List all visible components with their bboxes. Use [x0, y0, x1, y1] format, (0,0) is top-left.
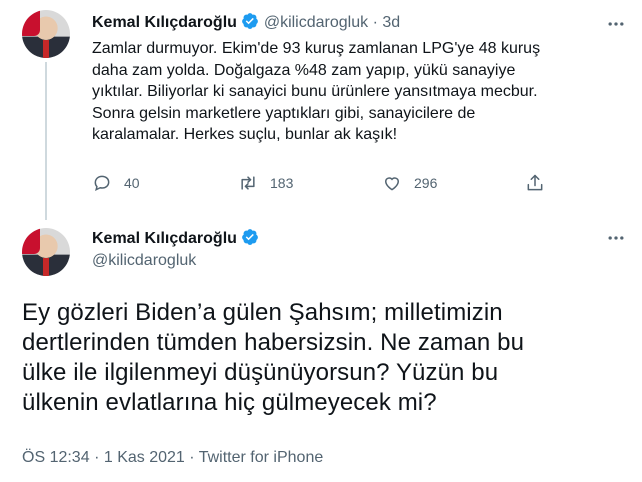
- text-line: dertlerinden tümden habersizsin. Ne zama…: [22, 329, 525, 356]
- tweet1-header: Kemal Kılıçdaroğlu @kilicdarogluk · 3d: [92, 12, 400, 32]
- tweet1-text: Zamlar durmuyor. Ekim'de 93 kuruş zamlan…: [92, 38, 632, 146]
- separator-dot: ·: [94, 449, 100, 466]
- author-name[interactable]: Kemal Kılıçdaroğlu: [92, 14, 237, 31]
- flag-decoration: [22, 228, 40, 254]
- text-line: ülke ile ilgilenmeyi düşünüyorsun? Yüzün…: [22, 359, 499, 386]
- verified-badge-icon: [242, 229, 259, 245]
- retweet-count: 183: [270, 175, 294, 191]
- text-line: ülkenin evlatlarına hiç gülmeyecek mi?: [22, 389, 437, 416]
- share-button[interactable]: [525, 173, 545, 193]
- verified-badge-icon: [242, 13, 259, 29]
- reply-count: 40: [124, 175, 140, 191]
- heart-icon: [384, 177, 400, 191]
- avatar[interactable]: [22, 10, 70, 58]
- avatar[interactable]: [22, 228, 70, 276]
- separator-dot: ·: [372, 14, 378, 31]
- reply-button[interactable]: 40: [92, 173, 140, 193]
- text-line: Zamlar durmuyor. Ekim'de 93 kuruş zamlan…: [92, 40, 541, 57]
- text-line: daha zam yolda. Doğalgaza %48 zam yapıp,…: [92, 61, 516, 79]
- tweet-date[interactable]: 1 Kas 2021: [104, 449, 185, 466]
- share-icon: [527, 174, 543, 191]
- like-button[interactable]: 296: [382, 173, 437, 193]
- tweet-time[interactable]: 3d: [382, 14, 400, 31]
- author-name[interactable]: Kemal Kılıçdaroğlu: [92, 230, 237, 247]
- tie-decoration: [43, 40, 49, 58]
- text-line: karalamalar. Herkes suçlu, bunlar ak kaş…: [92, 126, 398, 143]
- more-options-icon[interactable]: [606, 228, 626, 248]
- separator-dot: ·: [189, 449, 195, 466]
- thread-line: [45, 62, 47, 220]
- tie-decoration: [43, 258, 49, 276]
- text-line: Sonra gelsin marketlere yaptıkları gibi,…: [92, 104, 476, 122]
- tweet2-header: Kemal Kılıçdaroğlu: [92, 228, 259, 248]
- tweet-source[interactable]: Twitter for iPhone: [199, 449, 324, 466]
- retweet-button[interactable]: 183: [238, 173, 293, 193]
- text-line: Ey gözleri Biden’a gülen Şahsım; milleti…: [22, 299, 503, 326]
- text-line: yıktılar. Biliyorlar ki sanayici bunu ür…: [92, 83, 538, 100]
- reply-icon: [94, 175, 110, 192]
- more-options-icon[interactable]: [606, 14, 626, 34]
- retweet-icon: [241, 176, 255, 190]
- author-handle[interactable]: @kilicdarogluk: [92, 252, 196, 270]
- tweet2-text: Ey gözleri Biden’a gülen Şahsım; milleti…: [22, 298, 632, 418]
- author-handle[interactable]: @kilicdarogluk: [264, 14, 368, 31]
- tweet-time[interactable]: ÖS 12:34: [22, 449, 90, 466]
- flag-decoration: [22, 10, 40, 36]
- like-count: 296: [414, 175, 438, 191]
- tweet-meta: ÖS 12:34 · 1 Kas 2021 · Twitter for iPho…: [22, 449, 323, 467]
